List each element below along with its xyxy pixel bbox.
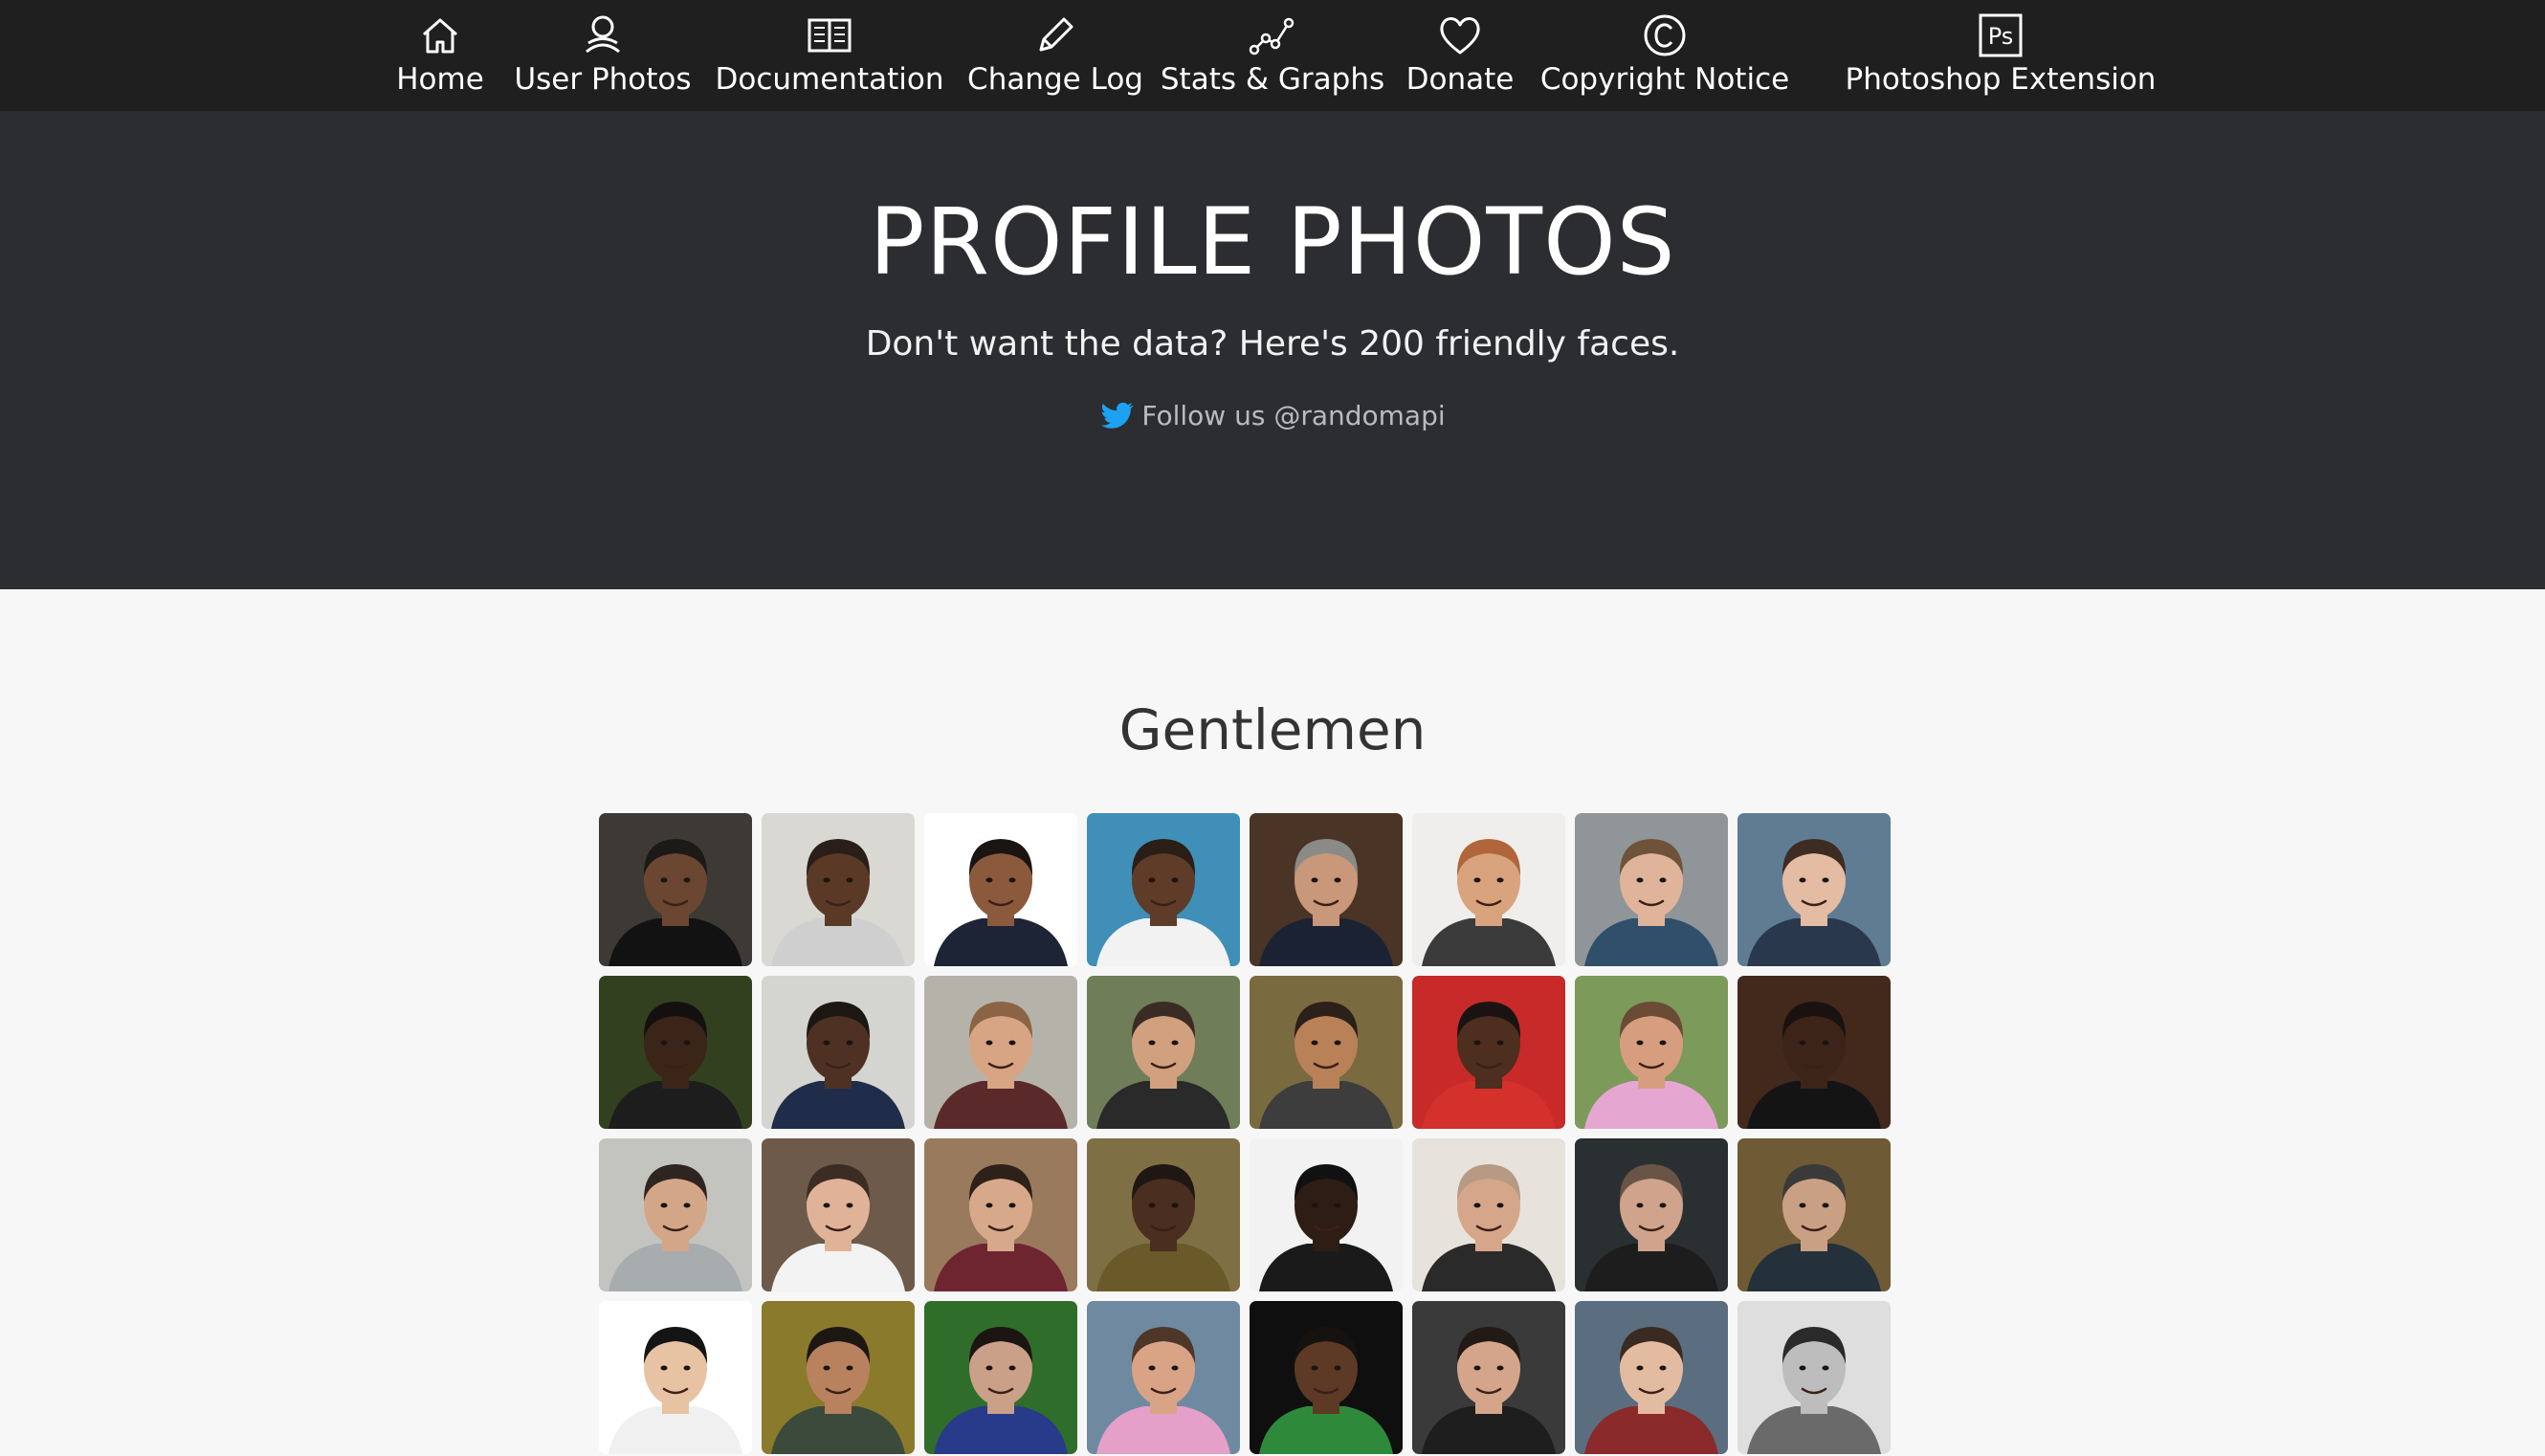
nav-label-user-photos: User Photos (514, 62, 692, 97)
portrait-image (1412, 1138, 1565, 1291)
nav-item-photoshop-extension[interactable]: Ps Photoshop Extension (1846, 11, 2156, 103)
portrait-image (1087, 813, 1240, 966)
portrait-image (924, 813, 1077, 966)
profile-photo[interactable] (1737, 813, 1891, 966)
profile-photo[interactable] (599, 1301, 752, 1454)
twitter-bird-icon (1099, 402, 1135, 430)
user-photos-icon (579, 11, 627, 59)
nav-item-donate[interactable]: Donate (1405, 11, 1515, 103)
portrait-image (1412, 1301, 1565, 1454)
portrait-image (1087, 1138, 1240, 1291)
portrait-image (762, 1301, 915, 1454)
portrait-image (1087, 976, 1240, 1129)
page-subtitle: Don't want the data? Here's 200 friendly… (865, 324, 1680, 364)
profile-photo[interactable] (1250, 1301, 1403, 1454)
nav-label-stats-graphs: Stats & Graphs (1160, 62, 1385, 97)
profile-photo[interactable] (599, 813, 752, 966)
profile-photo[interactable] (1412, 813, 1565, 966)
portrait-image (1575, 813, 1728, 966)
pencil-icon (1031, 11, 1079, 59)
nav-label-home: Home (396, 62, 484, 97)
portrait-image (762, 976, 915, 1129)
profile-photo[interactable] (1412, 1138, 1565, 1291)
portrait-image (1250, 1138, 1403, 1291)
portrait-image (924, 976, 1077, 1129)
portrait-image (1087, 1301, 1240, 1454)
profile-photo[interactable] (924, 813, 1077, 966)
profile-photo[interactable] (599, 1138, 752, 1291)
profile-photo[interactable] (762, 813, 915, 966)
nav-item-home[interactable]: Home (394, 11, 486, 103)
svg-text:Ps: Ps (1988, 23, 2014, 50)
profile-photo[interactable] (1250, 813, 1403, 966)
profile-photo[interactable] (1087, 813, 1240, 966)
profile-photo[interactable] (599, 976, 752, 1129)
profile-photo[interactable] (924, 1138, 1077, 1291)
profile-photo[interactable] (1737, 1138, 1891, 1291)
section-title-gentlemen: Gentlemen (1118, 697, 1427, 762)
twitter-follow-label: Follow us @randomapi (1141, 400, 1446, 431)
profile-photo[interactable] (762, 976, 915, 1129)
profile-photo[interactable] (1412, 976, 1565, 1129)
portrait-image (1575, 1138, 1728, 1291)
portrait-image (924, 1301, 1077, 1454)
graph-icon (1249, 11, 1296, 59)
portrait-image (1412, 813, 1565, 966)
portrait-image (1737, 1138, 1891, 1291)
portrait-image (1250, 813, 1403, 966)
home-icon (416, 11, 464, 59)
portrait-image (1250, 1301, 1403, 1454)
nav-item-user-photos[interactable]: User Photos (513, 11, 693, 103)
profile-photo[interactable] (1087, 1301, 1240, 1454)
profile-photo[interactable] (1575, 976, 1728, 1129)
hero-banner: PROFILE PHOTOS Don't want the data? Here… (0, 111, 2545, 589)
profile-photo[interactable] (924, 976, 1077, 1129)
profile-photo[interactable] (762, 1138, 915, 1291)
nav-label-donate: Donate (1405, 62, 1515, 97)
portrait-image (1250, 976, 1403, 1129)
nav-label-photoshop-extension: Photoshop Extension (1845, 62, 2157, 97)
profile-photo[interactable] (1737, 1301, 1891, 1454)
top-nav: Home User Photos Documentation Change Lo… (0, 0, 2545, 111)
profile-photo[interactable] (762, 1301, 915, 1454)
portrait-image (599, 1138, 752, 1291)
portrait-image (924, 1138, 1077, 1291)
nav-label-change-log: Change Log (967, 62, 1143, 97)
nav-item-stats-graphs[interactable]: Stats & Graphs (1161, 11, 1384, 103)
profile-photo[interactable] (1250, 976, 1403, 1129)
photo-grid (599, 813, 1891, 1454)
nav-item-copyright[interactable]: Copyright Notice (1540, 11, 1789, 103)
profile-photo[interactable] (1737, 976, 1891, 1129)
profile-photo[interactable] (924, 1301, 1077, 1454)
profile-photo[interactable] (1412, 1301, 1565, 1454)
heart-icon (1436, 11, 1484, 59)
portrait-image (1575, 976, 1728, 1129)
photoshop-icon: Ps (1977, 11, 2025, 59)
profile-photo[interactable] (1575, 813, 1728, 966)
nav-label-documentation: Documentation (715, 62, 944, 97)
copyright-icon (1641, 11, 1689, 59)
nav-item-documentation[interactable]: Documentation (716, 11, 944, 103)
portrait-image (762, 813, 915, 966)
portrait-image (1412, 976, 1565, 1129)
portrait-image (599, 813, 752, 966)
twitter-follow-link[interactable]: Follow us @randomapi (0, 400, 2545, 431)
profile-photo[interactable] (1087, 976, 1240, 1129)
book-icon (806, 11, 853, 59)
portrait-image (1737, 976, 1891, 1129)
portrait-image (1575, 1301, 1728, 1454)
profile-photo[interactable] (1250, 1138, 1403, 1291)
portrait-image (1737, 813, 1891, 966)
page-title: PROFILE PHOTOS (869, 188, 1676, 296)
nav-label-copyright: Copyright Notice (1539, 62, 1790, 97)
portrait-image (1737, 1301, 1891, 1454)
portrait-image (599, 1301, 752, 1454)
nav-item-change-log[interactable]: Change Log (967, 11, 1143, 103)
profile-photo[interactable] (1575, 1138, 1728, 1291)
profile-photo[interactable] (1087, 1138, 1240, 1291)
portrait-image (599, 976, 752, 1129)
portrait-image (762, 1138, 915, 1291)
profile-photo[interactable] (1575, 1301, 1728, 1454)
